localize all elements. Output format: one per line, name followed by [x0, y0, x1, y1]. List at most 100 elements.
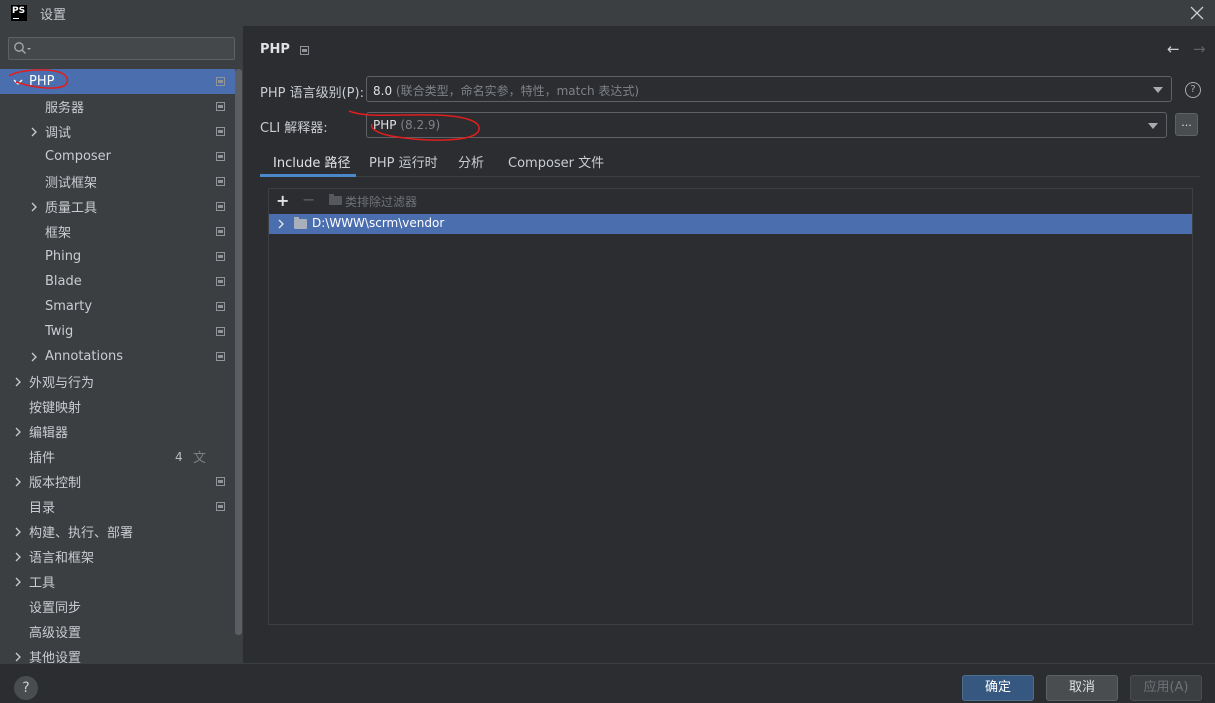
- language-level-hint: (联合类型，命名实参，特性，match 表达式): [395, 84, 640, 98]
- sidebar-item[interactable]: 质量工具: [0, 194, 235, 219]
- remove-icon[interactable]: −: [302, 190, 315, 209]
- settings-content: PHP ← → PHP 语言级别(P): 8.0 (联合类型，命名实参，特性，m…: [243, 26, 1215, 663]
- chevron-right-icon[interactable]: [29, 127, 39, 137]
- sidebar-item-label: 插件: [29, 451, 56, 466]
- cli-interpreter-hint: (8.2.9): [400, 118, 441, 132]
- project-scope-icon: [216, 127, 225, 136]
- sidebar-item-label: Smarty: [45, 299, 93, 314]
- project-scope-icon: [216, 77, 225, 86]
- sidebar-item-label: 语言和框架: [29, 551, 95, 566]
- page-title: PHP: [260, 42, 290, 57]
- sidebar-item-label: 质量工具: [45, 201, 98, 216]
- cli-interpreter-label: CLI 解释器:: [260, 121, 328, 136]
- sidebar-item-label: 构建、执行、部署: [29, 526, 134, 541]
- project-scope-icon: [216, 352, 225, 361]
- sidebar-item[interactable]: PHP: [0, 69, 235, 94]
- chevron-right-icon[interactable]: [13, 527, 23, 537]
- project-scope-icon: [216, 477, 225, 486]
- sidebar-item-label: Annotations: [45, 349, 124, 364]
- sidebar-item[interactable]: 调试: [0, 119, 235, 144]
- chevron-right-icon[interactable]: [13, 552, 23, 562]
- tab-analysis[interactable]: 分析: [458, 152, 484, 171]
- phpstorm-app-icon: PS: [11, 5, 27, 21]
- cancel-button[interactable]: 取消: [1046, 675, 1118, 701]
- chevron-right-icon[interactable]: [13, 477, 23, 487]
- project-scope-icon: [216, 202, 225, 211]
- plugin-update-count: 4: [175, 449, 183, 464]
- sidebar-item-label: 版本控制: [29, 476, 82, 491]
- sidebar-item-label: 测试框架: [45, 176, 98, 191]
- sidebar-item[interactable]: 设置同步: [0, 594, 235, 619]
- sidebar-item[interactable]: 语言和框架: [0, 544, 235, 569]
- sidebar-item-label: Blade: [45, 274, 82, 289]
- language-level-value: 8.0: [373, 84, 393, 98]
- help-button[interactable]: ?: [14, 676, 38, 700]
- sidebar-scrollbar[interactable]: [235, 69, 242, 635]
- chevron-right-icon[interactable]: [13, 427, 23, 437]
- sidebar-item[interactable]: 插件 4 文: [0, 444, 235, 469]
- language-level-select[interactable]: 8.0 (联合类型，命名实参，特性，match 表达式): [366, 76, 1172, 102]
- cli-interpreter-select[interactable]: PHP (8.2.9): [366, 112, 1167, 138]
- forward-arrow-icon[interactable]: →: [1193, 40, 1206, 58]
- close-icon[interactable]: [1187, 3, 1207, 23]
- sidebar-item-label: Composer: [45, 149, 112, 164]
- active-tab-indicator: [260, 174, 356, 177]
- sidebar-item[interactable]: Annotations: [0, 344, 235, 369]
- sidebar-item[interactable]: 框架: [0, 219, 235, 244]
- panel-toolbar: + − 类排除过滤器: [269, 189, 1192, 213]
- sidebar-item-label: 外观与行为: [29, 376, 95, 391]
- sidebar-item[interactable]: 构建、执行、部署: [0, 519, 235, 544]
- sidebar-item-label: 设置同步: [29, 601, 82, 616]
- ok-button[interactable]: 确定: [962, 675, 1034, 701]
- chevron-right-icon[interactable]: [13, 377, 23, 387]
- browse-interpreter-button[interactable]: ...: [1175, 113, 1198, 136]
- sidebar-item[interactable]: 版本控制: [0, 469, 235, 494]
- sidebar-item-label: 编辑器: [29, 426, 69, 441]
- chevron-right-icon[interactable]: [29, 352, 39, 362]
- sidebar-item[interactable]: 按键映射: [0, 394, 235, 419]
- translate-icon: 文: [193, 451, 207, 466]
- sidebar-item[interactable]: 编辑器: [0, 419, 235, 444]
- apply-button[interactable]: 应用(A): [1130, 675, 1202, 701]
- search-input[interactable]: [8, 37, 235, 60]
- tab-include-path[interactable]: Include 路径: [273, 152, 350, 171]
- sidebar-item[interactable]: Phing: [0, 244, 235, 269]
- sidebar-item[interactable]: 测试框架: [0, 169, 235, 194]
- sidebar-item[interactable]: 高级设置: [0, 619, 235, 644]
- sidebar-item[interactable]: Composer: [0, 144, 235, 169]
- project-scope-icon: [216, 227, 225, 236]
- sidebar-item[interactable]: Blade: [0, 269, 235, 294]
- add-icon[interactable]: +: [276, 191, 289, 210]
- search-icon: [14, 42, 31, 54]
- back-arrow-icon[interactable]: ←: [1167, 40, 1180, 58]
- dropdown-arrow-icon: [1148, 123, 1158, 129]
- include-path-row[interactable]: D:\WWW\scrm\vendor: [269, 214, 1192, 234]
- sidebar-item[interactable]: Twig: [0, 319, 235, 344]
- folder-icon: [329, 194, 342, 205]
- sidebar-item[interactable]: 外观与行为: [0, 369, 235, 394]
- tab-composer-files[interactable]: Composer 文件: [508, 152, 604, 171]
- dialog-footer: ? 确定 取消 应用(A): [0, 663, 1215, 703]
- class-exclude-filter-button[interactable]: 类排除过滤器: [345, 193, 417, 210]
- project-scope-icon: [216, 152, 225, 161]
- project-scope-icon: [216, 502, 225, 511]
- chevron-down-icon[interactable]: [13, 77, 23, 87]
- tab-bar: Include 路径 PHP 运行时 分析 Composer 文件: [260, 147, 1200, 177]
- chevron-right-icon[interactable]: [13, 577, 23, 587]
- include-path-text: D:\WWW\scrm\vendor: [312, 216, 445, 230]
- sidebar-item-label: PHP: [29, 74, 55, 89]
- tab-php-runtime[interactable]: PHP 运行时: [369, 152, 438, 171]
- sidebar-item[interactable]: 工具: [0, 569, 235, 594]
- sidebar-item[interactable]: Smarty: [0, 294, 235, 319]
- cli-interpreter-value: PHP: [373, 118, 397, 132]
- help-icon[interactable]: ?: [1185, 82, 1201, 98]
- chevron-right-icon[interactable]: [276, 219, 286, 229]
- sidebar-item[interactable]: 目录: [0, 494, 235, 519]
- chevron-right-icon[interactable]: [13, 652, 23, 662]
- chevron-right-icon[interactable]: [29, 202, 39, 212]
- sidebar-item[interactable]: 服务器: [0, 94, 235, 119]
- project-scope-icon: [300, 46, 309, 55]
- sidebar-item-label: 目录: [29, 501, 56, 516]
- sidebar-item-label: 服务器: [45, 101, 85, 116]
- sidebar-item-label: 高级设置: [29, 626, 82, 641]
